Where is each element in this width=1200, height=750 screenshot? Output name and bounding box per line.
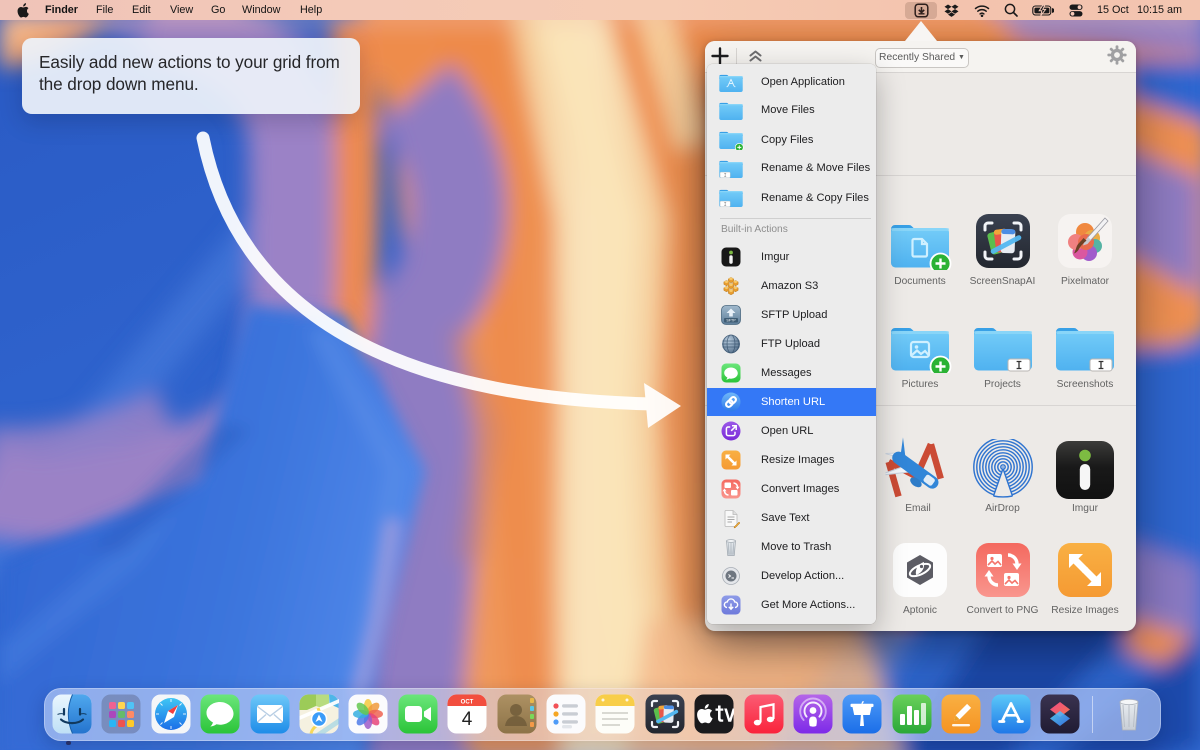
- svg-text:4: 4: [462, 709, 473, 730]
- svg-text:SFTP: SFTP: [726, 319, 736, 323]
- svg-text:OCT: OCT: [461, 700, 474, 706]
